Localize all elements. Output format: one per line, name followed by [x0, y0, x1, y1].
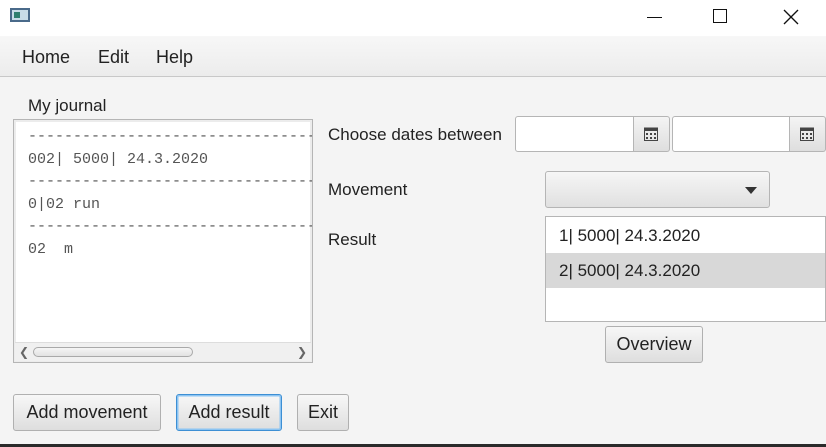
journal-line: ------------------------------------- — [28, 128, 313, 145]
calendar-icon — [800, 127, 814, 141]
journal-textarea[interactable]: ------------------------------------- 002… — [13, 119, 313, 363]
menu-bar: Home Edit Help — [0, 36, 826, 77]
journal-line: ------------------------------------- — [28, 173, 313, 190]
dates-label: Choose dates between — [328, 125, 502, 144]
calendar-icon — [644, 127, 658, 141]
journal-line: 002| 5000| 24.3.2020 — [28, 150, 209, 168]
date-to-picker-button[interactable] — [790, 116, 826, 152]
result-label: Result — [328, 230, 377, 249]
journal-line: 0|02 run — [28, 195, 101, 213]
add-movement-button[interactable]: Add movement — [13, 394, 161, 431]
journal-line: ------------------------------------- — [28, 218, 313, 235]
title-bar — [0, 0, 826, 36]
movement-label: Movement — [328, 180, 408, 199]
date-from-input[interactable] — [515, 116, 634, 152]
scroll-right-icon[interactable]: ❯ — [295, 345, 309, 359]
list-item[interactable]: 1| 5000| 24.3.2020 — [546, 218, 825, 253]
exit-button[interactable]: Exit — [297, 394, 349, 431]
chevron-down-icon — [745, 187, 757, 194]
movement-select[interactable] — [545, 171, 770, 208]
app-icon — [10, 8, 30, 22]
scrollbar-thumb[interactable] — [33, 347, 193, 357]
overview-button[interactable]: Overview — [605, 326, 703, 363]
menu-home[interactable]: Home — [22, 47, 70, 68]
maximize-button[interactable] — [697, 0, 743, 36]
add-result-button[interactable]: Add result — [176, 394, 282, 431]
minimize-button[interactable] — [631, 0, 677, 36]
date-from-picker-button[interactable] — [634, 116, 670, 152]
horizontal-scrollbar[interactable]: ❮ ❯ — [15, 342, 311, 361]
scroll-left-icon[interactable]: ❮ — [17, 345, 31, 359]
journal-title: My journal — [28, 96, 107, 115]
close-button[interactable] — [768, 0, 814, 36]
menu-edit[interactable]: Edit — [98, 47, 129, 68]
list-item-selected[interactable]: 2| 5000| 24.3.2020 — [546, 253, 825, 288]
result-list[interactable]: 1| 5000| 24.3.2020 2| 5000| 24.3.2020 — [545, 216, 826, 322]
journal-content: ------------------------------------- 002… — [28, 126, 313, 261]
close-icon — [783, 9, 799, 25]
journal-line: 02 m — [28, 240, 74, 258]
date-to-input[interactable] — [672, 116, 790, 152]
menu-help[interactable]: Help — [156, 47, 193, 68]
